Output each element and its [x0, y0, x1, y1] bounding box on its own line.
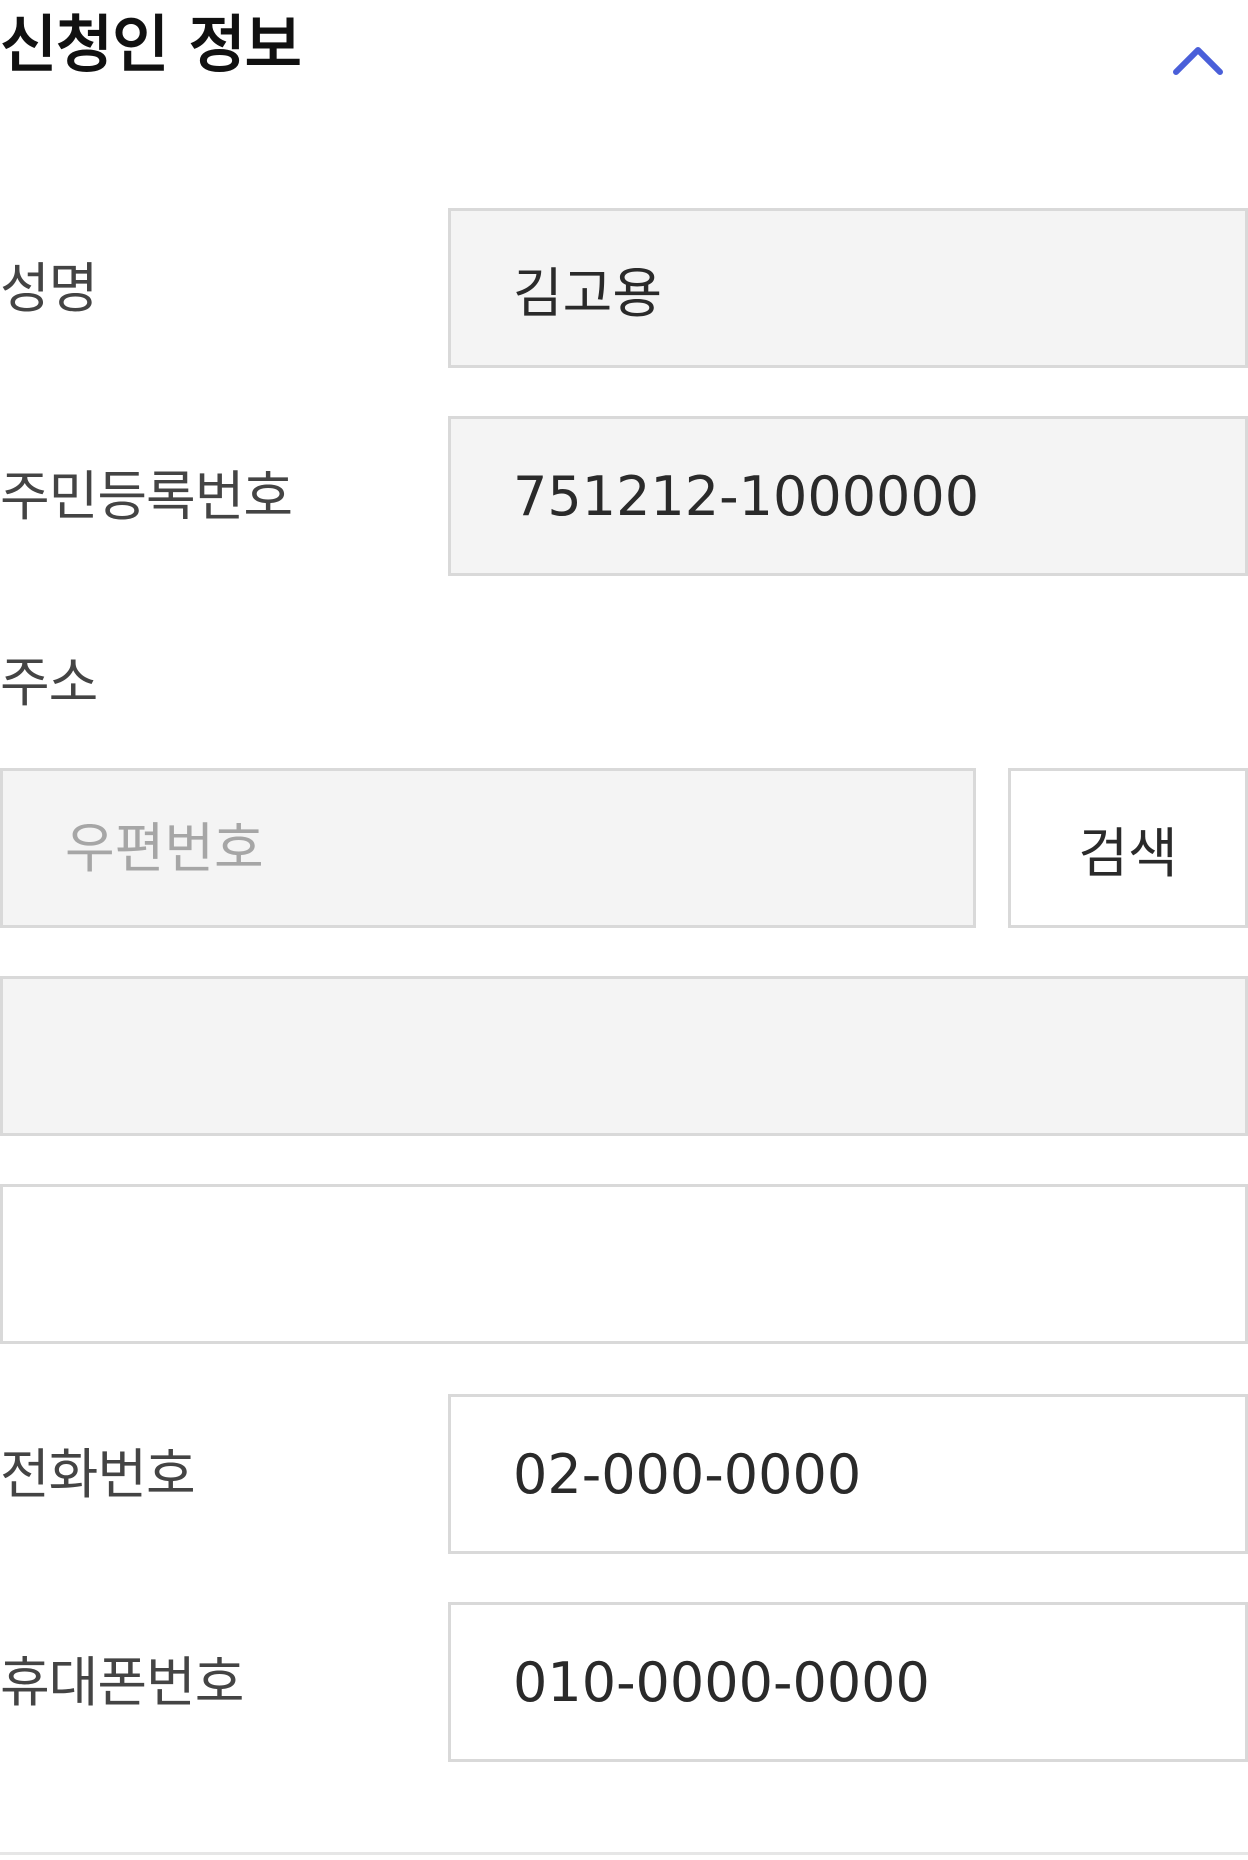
mobile-label: 휴대폰번호 — [0, 1651, 244, 1714]
name-field[interactable] — [448, 208, 1248, 368]
resident-number-field[interactable] — [448, 416, 1248, 576]
chevron-up-icon — [1173, 47, 1223, 75]
address-search-button[interactable]: 검색 — [1008, 768, 1248, 928]
address-line1-field[interactable] — [0, 976, 1248, 1136]
mobile-field[interactable] — [448, 1602, 1248, 1762]
phone-label: 전화번호 — [0, 1443, 196, 1506]
postal-code-field[interactable] — [0, 768, 976, 928]
name-label: 성명 — [0, 257, 98, 320]
resident-number-label: 주민등록번호 — [0, 465, 293, 528]
section-divider — [0, 1852, 1248, 1855]
collapse-section-button[interactable] — [1160, 26, 1236, 86]
applicant-info-form: 신청인 정보 성명 주민등록번호 주소 검색 전화번호 휴대폰번호 — [0, 0, 1248, 1860]
address-label: 주소 — [0, 651, 98, 714]
phone-field[interactable] — [448, 1394, 1248, 1554]
address-line2-field[interactable] — [0, 1184, 1248, 1344]
section-header: 신청인 정보 — [0, 0, 1248, 110]
section-title: 신청인 정보 — [0, 8, 302, 81]
